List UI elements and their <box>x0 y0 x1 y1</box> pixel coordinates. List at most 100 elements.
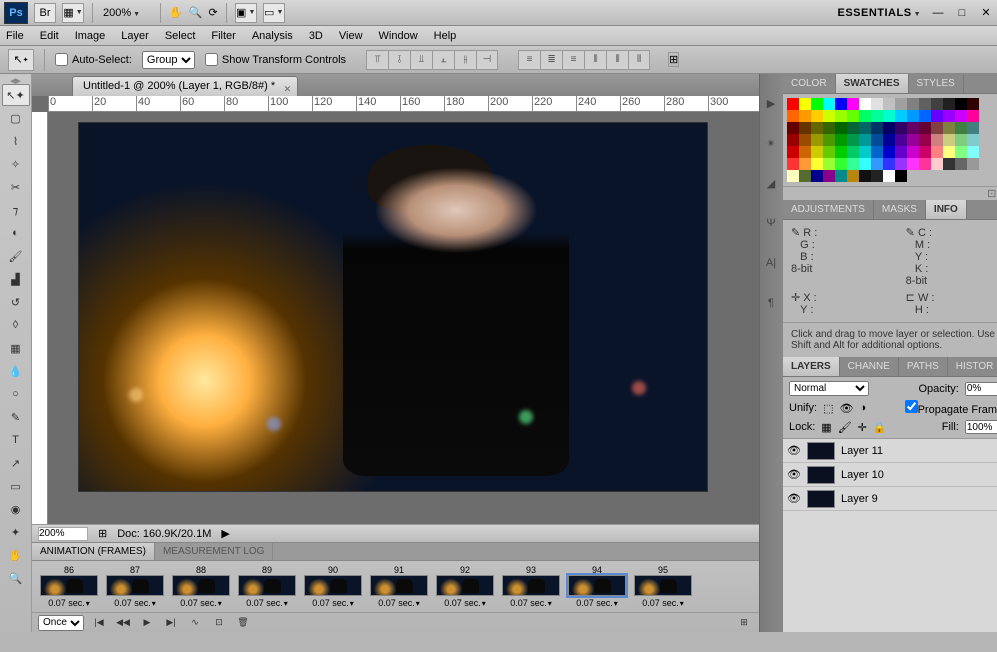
frame[interactable]: 920.07 sec. <box>434 565 496 608</box>
menu-filter[interactable]: Filter <box>211 30 235 42</box>
tab-animation[interactable]: ANIMATION (FRAMES) <box>32 543 155 560</box>
dock-brush-icon[interactable]: ✴ <box>760 132 782 154</box>
close-icon[interactable]: ✕ <box>979 6 993 20</box>
swatch[interactable] <box>787 122 799 134</box>
swatch[interactable] <box>799 122 811 134</box>
swatch[interactable] <box>943 134 955 146</box>
visibility-icon[interactable]: 👁 <box>787 492 801 505</box>
dock-para-icon[interactable]: ¶ <box>760 292 782 314</box>
swatch[interactable] <box>931 146 943 158</box>
swatch[interactable] <box>823 134 835 146</box>
duplicate-frame-button[interactable]: ⊡ <box>210 616 228 630</box>
prev-frame-button[interactable]: ◀◀ <box>114 616 132 630</box>
align-top-icon[interactable]: ⫪ <box>366 50 388 70</box>
zoom-input[interactable] <box>38 527 88 541</box>
canvas[interactable] <box>78 122 708 492</box>
path-select-tool[interactable]: ↗ <box>2 452 30 474</box>
swatch[interactable] <box>955 170 967 182</box>
eyedropper-tool[interactable]: ⁊ <box>2 199 30 221</box>
hand-tool[interactable]: ✋ <box>2 544 30 566</box>
swatch[interactable] <box>835 134 847 146</box>
frame[interactable]: 860.07 sec. <box>38 565 100 608</box>
swatch[interactable] <box>907 146 919 158</box>
zoom-dropdown[interactable]: 200% <box>101 7 152 19</box>
swatch[interactable] <box>859 158 871 170</box>
swatch[interactable] <box>835 146 847 158</box>
swatch[interactable] <box>847 122 859 134</box>
swatch[interactable] <box>883 158 895 170</box>
swatch[interactable] <box>823 110 835 122</box>
swatch[interactable] <box>919 146 931 158</box>
menu-3d[interactable]: 3D <box>309 30 323 42</box>
swatch[interactable] <box>847 110 859 122</box>
swatch[interactable] <box>859 134 871 146</box>
swatch[interactable] <box>883 122 895 134</box>
dodge-tool[interactable]: ○ <box>2 383 30 405</box>
screen-mode-icon[interactable]: ▭ <box>263 3 285 23</box>
pen-tool[interactable]: ✎ <box>2 406 30 428</box>
swatch[interactable] <box>799 158 811 170</box>
swatch[interactable] <box>787 158 799 170</box>
frame[interactable]: 950.07 sec. <box>632 565 694 608</box>
swatch[interactable] <box>943 170 955 182</box>
swatch[interactable] <box>955 146 967 158</box>
auto-align-icon[interactable]: ⊞ <box>668 52 679 67</box>
timeline-mode-icon[interactable]: ⊞ <box>735 616 753 630</box>
swatch[interactable] <box>955 98 967 110</box>
align-right-icon[interactable]: ⊣ <box>476 50 498 70</box>
swatch[interactable] <box>799 146 811 158</box>
align-bottom-icon[interactable]: ⫫ <box>410 50 432 70</box>
dock-play-icon[interactable]: ▶ <box>760 92 782 114</box>
tab-history[interactable]: HISTOR <box>948 357 997 376</box>
swatch[interactable] <box>907 134 919 146</box>
clone-stamp-tool[interactable]: ▟ <box>2 268 30 290</box>
delete-frame-button[interactable]: 🗑 <box>234 616 252 630</box>
swatch[interactable] <box>823 146 835 158</box>
align-hcenter-icon[interactable]: ⫲ <box>454 50 476 70</box>
swatch[interactable] <box>787 146 799 158</box>
loop-dropdown[interactable]: Once <box>38 615 84 631</box>
align-vcenter-icon[interactable]: ⫱ <box>388 50 410 70</box>
swatch[interactable] <box>871 98 883 110</box>
unify-vis-icon[interactable]: 👁 <box>840 402 854 415</box>
swatch[interactable] <box>955 122 967 134</box>
distribute-bottom-icon[interactable]: ≡ <box>562 50 584 70</box>
lock-trans-icon[interactable]: ▦ <box>821 421 831 434</box>
swatch[interactable] <box>883 170 895 182</box>
swatch[interactable] <box>859 98 871 110</box>
swatch[interactable] <box>835 158 847 170</box>
canvas-viewport[interactable] <box>48 112 759 524</box>
tab-adjustments[interactable]: ADJUSTMENTS <box>783 200 874 219</box>
swatch[interactable] <box>799 170 811 182</box>
menu-file[interactable]: File <box>6 30 24 42</box>
tab-color[interactable]: COLOR <box>783 74 836 93</box>
swatch[interactable] <box>787 110 799 122</box>
doc-info-icon[interactable]: ⊞ <box>98 527 107 540</box>
arrange-docs-icon[interactable]: ▣ <box>235 3 257 23</box>
swatch[interactable] <box>967 98 979 110</box>
swatch[interactable] <box>895 110 907 122</box>
swatch[interactable] <box>919 158 931 170</box>
swatch[interactable] <box>823 98 835 110</box>
swatch[interactable] <box>811 98 823 110</box>
swatches-grid[interactable] <box>783 94 997 186</box>
swatch[interactable] <box>955 158 967 170</box>
distribute-left-icon[interactable]: ⦀ <box>584 50 606 70</box>
swatch[interactable] <box>943 122 955 134</box>
hand-icon[interactable]: ✋ <box>169 6 183 19</box>
swatch[interactable] <box>883 134 895 146</box>
swatch[interactable] <box>883 146 895 158</box>
frame[interactable]: 880.07 sec. <box>170 565 232 608</box>
swatch[interactable] <box>799 110 811 122</box>
next-frame-button[interactable]: ▶| <box>162 616 180 630</box>
swatch[interactable] <box>895 98 907 110</box>
swatch[interactable] <box>967 134 979 146</box>
swatch[interactable] <box>871 158 883 170</box>
swatch[interactable] <box>859 122 871 134</box>
tab-swatches[interactable]: SWATCHES <box>836 74 909 93</box>
swatch[interactable] <box>823 122 835 134</box>
ruler-vertical[interactable] <box>32 112 48 524</box>
3d-camera-tool[interactable]: ✦ <box>2 521 30 543</box>
dock-char-icon[interactable]: A| <box>760 252 782 274</box>
swatch[interactable] <box>871 146 883 158</box>
